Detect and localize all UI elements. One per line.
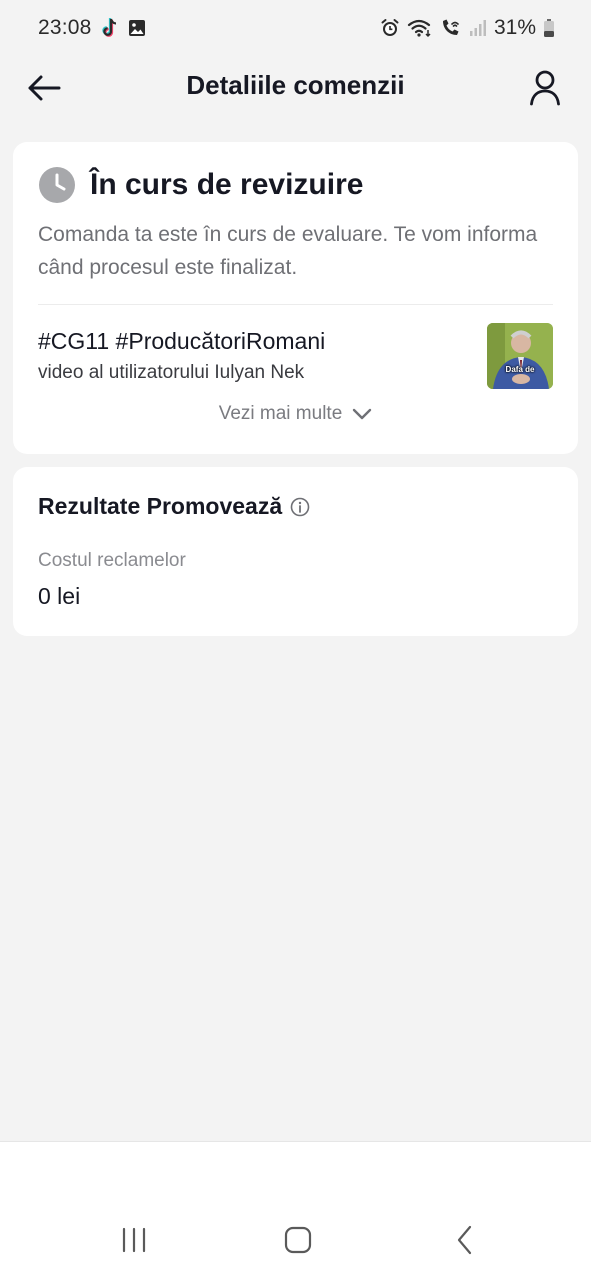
results-title: Rezultate Promovează — [38, 493, 283, 519]
battery-icon — [543, 18, 555, 38]
status-time: 23:08 — [38, 16, 92, 39]
recents-icon — [122, 1227, 146, 1253]
alarm-icon — [380, 18, 400, 38]
order-status-card: În curs de revizuire Comanda ta este în … — [13, 142, 578, 454]
status-bar: 23:08 31% — [0, 0, 591, 56]
back-button[interactable] — [22, 68, 66, 108]
system-nav-bar — [0, 1200, 591, 1280]
tiktok-icon — [100, 17, 120, 39]
thumbnail-caption: Dafa de — [505, 365, 535, 374]
gallery-icon — [128, 19, 146, 37]
top-header: Detaliile comenzii — [0, 56, 591, 118]
app-screen: 23:08 31% Detaliile comenzii În curs de … — [0, 0, 591, 1280]
user-icon — [530, 70, 560, 106]
chevron-down-icon — [353, 408, 372, 420]
back-icon — [457, 1225, 472, 1255]
status-left: 23:08 — [38, 16, 146, 40]
home-button[interactable] — [276, 1220, 320, 1260]
profile-button[interactable] — [523, 66, 567, 110]
arrow-left-icon — [28, 75, 61, 101]
thumbnail-person — [487, 323, 553, 389]
signal-icon — [469, 19, 487, 37]
status-title: În curs de revizuire — [90, 168, 364, 201]
ad-cost-label: Costul reclamelor — [38, 550, 186, 571]
info-icon[interactable] — [290, 497, 310, 517]
status-heading: În curs de revizuire — [38, 166, 363, 204]
page-title: Detaliile comenzii — [186, 70, 405, 100]
clock-icon — [39, 167, 75, 203]
system-back-button[interactable] — [443, 1220, 487, 1260]
video-title: #CG11 #ProducătoriRomani — [38, 328, 326, 354]
wifi-calling-icon — [440, 18, 462, 38]
status-description: Comanda ta este în curs de evaluare. Te … — [38, 223, 538, 279]
results-heading: Rezultate Promovează — [38, 493, 310, 520]
video-thumbnail[interactable]: Dafa de — [487, 323, 553, 389]
video-subtitle: video al utilizatorului Iulyan Nek — [38, 362, 305, 383]
card-divider — [38, 304, 553, 305]
ad-cost-value: 0 lei — [38, 583, 81, 609]
wifi-icon — [407, 18, 433, 38]
recents-button[interactable] — [112, 1220, 156, 1260]
home-icon — [284, 1226, 312, 1254]
see-more-button[interactable]: Vezi mai multe — [13, 403, 578, 425]
status-right: 31% — [380, 16, 555, 40]
promote-results-card: Rezultate Promovează Costul reclamelor 0… — [13, 467, 578, 636]
bottom-area — [0, 1141, 591, 1280]
see-more-label: Vezi mai multe — [218, 403, 343, 424]
battery-percentage: 31% — [493, 16, 536, 39]
